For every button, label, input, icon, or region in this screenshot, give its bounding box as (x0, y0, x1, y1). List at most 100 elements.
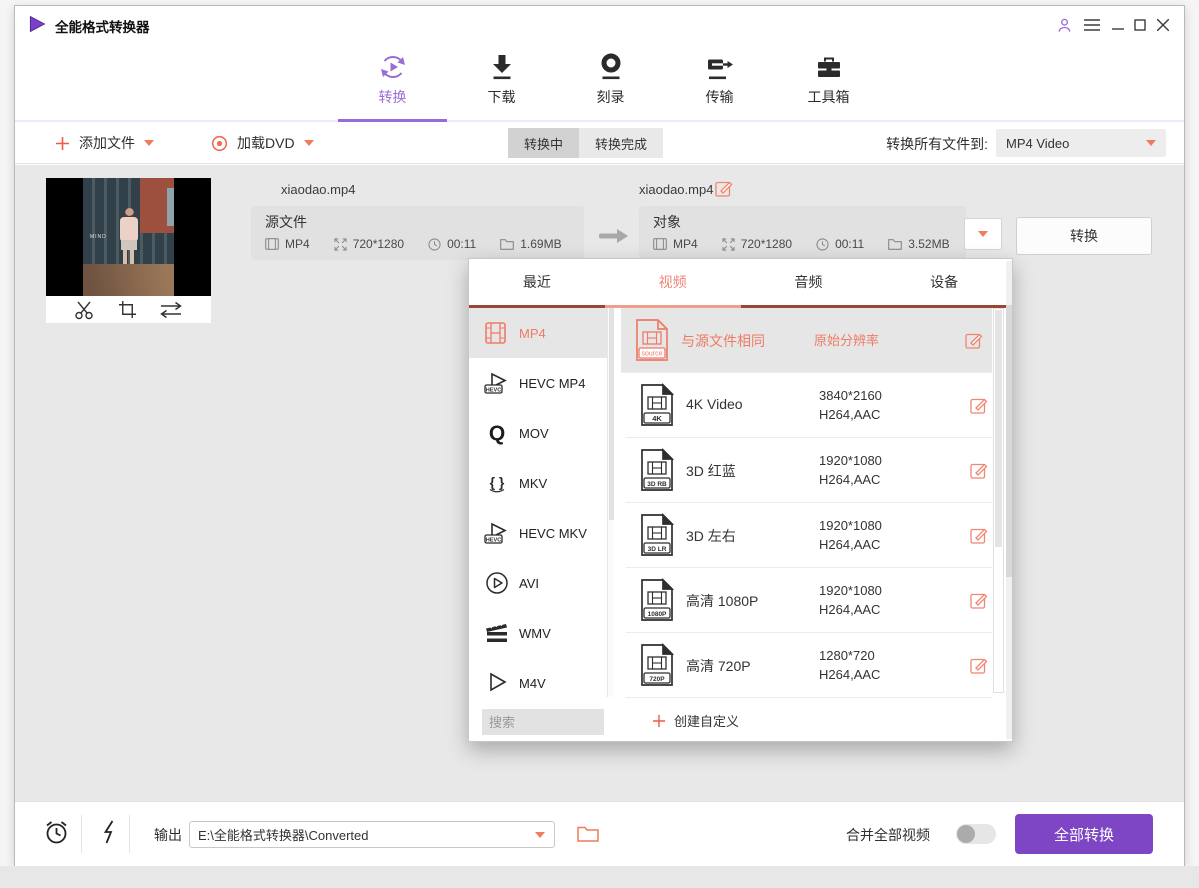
tab-download[interactable]: 下载 (447, 44, 556, 120)
play-circle-icon (482, 571, 512, 595)
output-format-select[interactable]: MP4 Video (996, 129, 1166, 157)
preset-row-same-as-source[interactable]: source 与源文件相同 原始分辨率 (621, 308, 992, 373)
format-label: HEVC MKV (519, 526, 587, 541)
trim-icon[interactable] (74, 300, 96, 320)
maximize-button[interactable] (1130, 15, 1150, 35)
performance-icon[interactable] (101, 819, 117, 845)
target-format: MP4 (673, 237, 698, 251)
popup-tab-device[interactable]: 设备 (876, 259, 1012, 305)
video-file-icon: 1080P (640, 578, 674, 622)
output-format-value: MP4 Video (1006, 136, 1069, 151)
target-format-dropdown-button[interactable] (964, 218, 1002, 250)
disc-icon (598, 50, 624, 84)
source-panel-title: 源文件 (265, 212, 307, 232)
format-item-hevc-mp4[interactable]: HEVC HEVC MP4 (469, 358, 607, 408)
svg-text:720P: 720P (649, 676, 665, 683)
video-file-icon: 4K (640, 383, 674, 427)
preset-row-3d-rb[interactable]: 3D RB 3D 红蓝 1920*1080H264,AAC (626, 438, 992, 503)
search-input[interactable] (482, 709, 604, 735)
source-info-panel: 源文件 MP4 720*1280 00:11 1.69MB (251, 206, 584, 260)
preset-row-3d-lr[interactable]: 3D LR 3D 左右 1920*1080H264,AAC (626, 503, 992, 568)
tab-burn[interactable]: 刻录 (556, 44, 665, 120)
format-label: WMV (519, 626, 551, 641)
format-item-m4v[interactable]: M4V (469, 658, 607, 697)
toolbar: 添加文件 加载DVD 转换中 转换完成 转换所有文件到: MP4 Video (15, 122, 1184, 164)
tab-transfer-label: 传输 (706, 87, 734, 107)
target-resolution: 720*1280 (741, 237, 792, 251)
edit-icon[interactable] (970, 396, 988, 414)
tab-transfer[interactable]: 传输 (665, 44, 774, 120)
schedule-icon[interactable] (43, 819, 70, 846)
svg-text:Q: Q (489, 422, 505, 445)
desktop-strip (0, 866, 1199, 888)
record-icon (211, 135, 228, 152)
minimize-button[interactable] (1108, 15, 1128, 35)
crop-icon[interactable] (118, 300, 137, 319)
edit-icon[interactable] (970, 656, 988, 674)
popup-tab-recent[interactable]: 最近 (469, 259, 605, 305)
tab-converting[interactable]: 转换中 (508, 128, 579, 158)
bottom-bar: 输出 合并全部视频 全部转换 (15, 801, 1184, 866)
format-item-mp4[interactable]: MP4 (469, 308, 607, 358)
nav-tabs: 转换 下载 刻录 (338, 44, 883, 120)
folder-icon (500, 238, 514, 250)
convert-all-to-label: 转换所有文件到: (843, 134, 988, 154)
load-dvd-button[interactable]: 加载DVD (211, 122, 314, 164)
edit-icon[interactable] (970, 591, 988, 609)
convert-button[interactable]: 转换 (1016, 217, 1152, 255)
add-files-button[interactable]: 添加文件 (55, 122, 154, 164)
format-list: MP4 HEVC HEVC MP4 Q MOV { } (469, 308, 607, 697)
format-item-avi[interactable]: AVI (469, 558, 607, 608)
svg-text:HEVC: HEVC (486, 387, 502, 393)
format-label: AVI (519, 576, 539, 591)
clock-icon (428, 238, 441, 251)
edit-icon[interactable] (970, 461, 988, 479)
effects-icon[interactable] (159, 301, 183, 319)
edit-icon[interactable] (965, 331, 983, 349)
resolution-icon (722, 238, 735, 251)
format-item-hevc-mkv[interactable]: HEVC HEVC MKV (469, 508, 607, 558)
film-icon (653, 238, 667, 250)
create-custom-label: 创建自定义 (674, 711, 739, 730)
preset-row-4k[interactable]: 4K 4K Video 3840*2160H264,AAC (626, 373, 992, 438)
preset-list-scrollbar[interactable] (993, 308, 1004, 693)
format-item-mov[interactable]: Q MOV (469, 408, 607, 458)
transfer-icon (705, 50, 735, 84)
create-custom-button[interactable]: 创建自定义 (652, 711, 739, 730)
play-outline-icon (482, 672, 512, 694)
source-format: MP4 (285, 237, 310, 251)
tab-convert-label: 转换 (379, 87, 407, 107)
convert-all-button[interactable]: 全部转换 (1015, 814, 1153, 854)
preset-row-1080p[interactable]: 1080P 高清 1080P 1920*1080H264,AAC (626, 568, 992, 633)
svg-text:HEVC: HEVC (486, 537, 502, 543)
popup-tab-video[interactable]: 视频 (605, 259, 741, 305)
format-item-wmv[interactable]: WMV (469, 608, 607, 658)
app-logo-icon (27, 14, 47, 34)
edit-filename-icon[interactable] (715, 179, 733, 197)
edit-icon[interactable] (970, 526, 988, 544)
merge-videos-toggle[interactable] (956, 824, 996, 844)
format-item-mkv[interactable]: { } MKV (469, 458, 607, 508)
preset-row-720p[interactable]: 720P 高清 720P 1280*720H264,AAC (626, 633, 992, 698)
account-icon[interactable] (1054, 15, 1074, 35)
open-folder-icon[interactable] (577, 825, 599, 843)
titlebar: 全能格式转换器 (15, 6, 1184, 42)
tab-finished[interactable]: 转换完成 (579, 128, 663, 158)
chevron-down-icon (144, 140, 154, 146)
close-button[interactable] (1153, 15, 1173, 35)
popup-tab-audio[interactable]: 音频 (741, 259, 877, 305)
popup-scrollbar[interactable] (1006, 261, 1012, 739)
folder-icon (888, 238, 902, 250)
quicktime-icon: Q (482, 421, 512, 445)
format-list-scrollbar[interactable] (607, 308, 614, 697)
preset-list: source 与源文件相同 原始分辨率 4K 4K Video 3840*216… (626, 308, 992, 698)
menu-icon[interactable] (1082, 15, 1102, 35)
tab-convert[interactable]: 转换 (338, 44, 447, 120)
chevron-down-icon[interactable] (535, 832, 545, 838)
video-file-icon: 720P (640, 643, 674, 687)
tab-toolbox[interactable]: 工具箱 (774, 44, 883, 120)
main-nav: 转换 下载 刻录 (15, 42, 1184, 122)
hevc-play-icon: HEVC (482, 371, 512, 395)
output-path-input[interactable] (190, 822, 554, 847)
add-files-label: 添加文件 (79, 133, 135, 153)
